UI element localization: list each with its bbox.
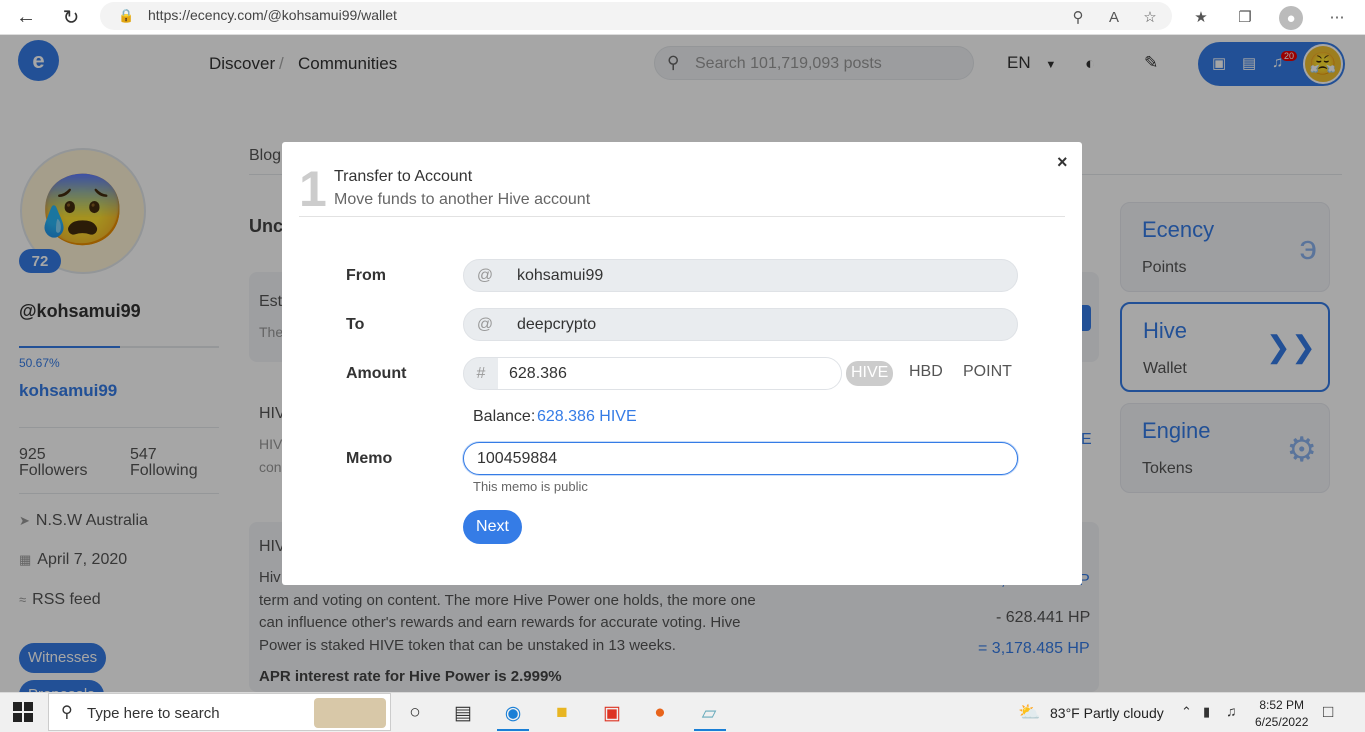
browser-toolbar: ← ↻ 🔒 https://ecency.com/@kohsamui99/wal… [0,0,1365,35]
cortana-icon[interactable]: ○ [400,700,430,726]
taskbar-search[interactable]: ⚲ Type here to search [48,693,391,731]
favorites-icon[interactable]: ★ [1189,6,1213,28]
edge-icon[interactable]: ◉ [498,700,528,726]
camera-app-icon[interactable]: ▣ [597,700,627,726]
step-number: 1 [299,161,327,217]
next-button[interactable]: Next [463,510,522,544]
firefox-icon[interactable]: ● [645,700,675,726]
add-favorite-icon[interactable]: ☆ [1138,6,1162,28]
memo-label: Memo [346,450,393,467]
amount-label: Amount [346,365,407,382]
key-icon[interactable]: ⚲ [1066,6,1090,28]
volume-icon[interactable]: ♫ [1226,703,1237,719]
currency-point[interactable]: POINT [963,363,1012,381]
start-tile [13,713,22,722]
app-icon[interactable]: ▱ [694,700,724,726]
start-tile [24,702,33,711]
search-icon: ⚲ [61,704,73,721]
windows-start-icon[interactable] [13,702,33,722]
battery-icon[interactable]: ▮ [1203,704,1210,720]
weather-icon[interactable]: ⛅ [1018,702,1040,723]
url-text[interactable]: https://ecency.com/@kohsamui99/wallet [148,7,397,23]
to-field[interactable]: @ deepcrypto [463,308,1018,341]
from-field[interactable]: @ kohsamui99 [463,259,1018,292]
file-explorer-icon[interactable]: ■ [547,700,577,726]
currency-hbd[interactable]: HBD [909,363,943,381]
memo-note: This memo is public [473,479,588,494]
close-icon[interactable]: × [1057,152,1068,173]
modal-subtitle: Move funds to another Hive account [334,191,591,208]
memo-input[interactable]: 100459884 [463,442,1018,475]
lock-icon[interactable]: 🔒 [118,8,134,24]
active-indicator [694,729,726,731]
at-prefix: @ [476,266,494,284]
search-highlight-image [314,698,386,728]
start-tile [13,702,22,711]
memo-value: 100459884 [477,450,558,467]
profile-icon[interactable]: ● [1279,6,1303,30]
to-value: deepcrypto [517,316,597,333]
refresh-icon[interactable]: ↻ [57,4,85,30]
back-arrow-icon[interactable]: ← [12,4,40,30]
currency-hive[interactable]: HIVE [846,361,894,386]
from-value: kohsamui99 [517,267,604,284]
active-indicator [497,729,529,731]
clock[interactable]: 8:52 PM 6/25/2022 [1255,697,1308,731]
at-prefix: @ [476,315,494,333]
collections-icon[interactable]: ❐ [1233,6,1257,28]
from-label: From [346,267,386,284]
task-view-icon[interactable]: ▤ [448,700,478,726]
chevron-up-icon[interactable]: ⌃ [1181,704,1192,720]
weather-text[interactable]: 83°F Partly cloudy [1050,705,1164,721]
amount-value: 628.386 [498,358,841,389]
hash-prefix: # [476,364,486,382]
modal-title: Transfer to Account [334,168,473,185]
balance-value[interactable]: 628.386 HIVE [537,408,637,426]
taskbar-search-placeholder: Type here to search [87,705,220,722]
to-label: To [346,316,365,333]
clock-date: 6/25/2022 [1255,715,1309,729]
more-icon[interactable]: ⋯ [1325,6,1349,28]
clock-time: 8:52 PM [1259,698,1305,712]
notifications-icon[interactable]: □ [1323,702,1333,722]
read-aloud-icon[interactable]: A [1102,6,1126,28]
amount-field[interactable]: # 628.386 [463,357,842,390]
balance-label: Balance: [473,408,536,425]
modal-divider [299,216,1065,217]
start-tile [24,713,33,722]
